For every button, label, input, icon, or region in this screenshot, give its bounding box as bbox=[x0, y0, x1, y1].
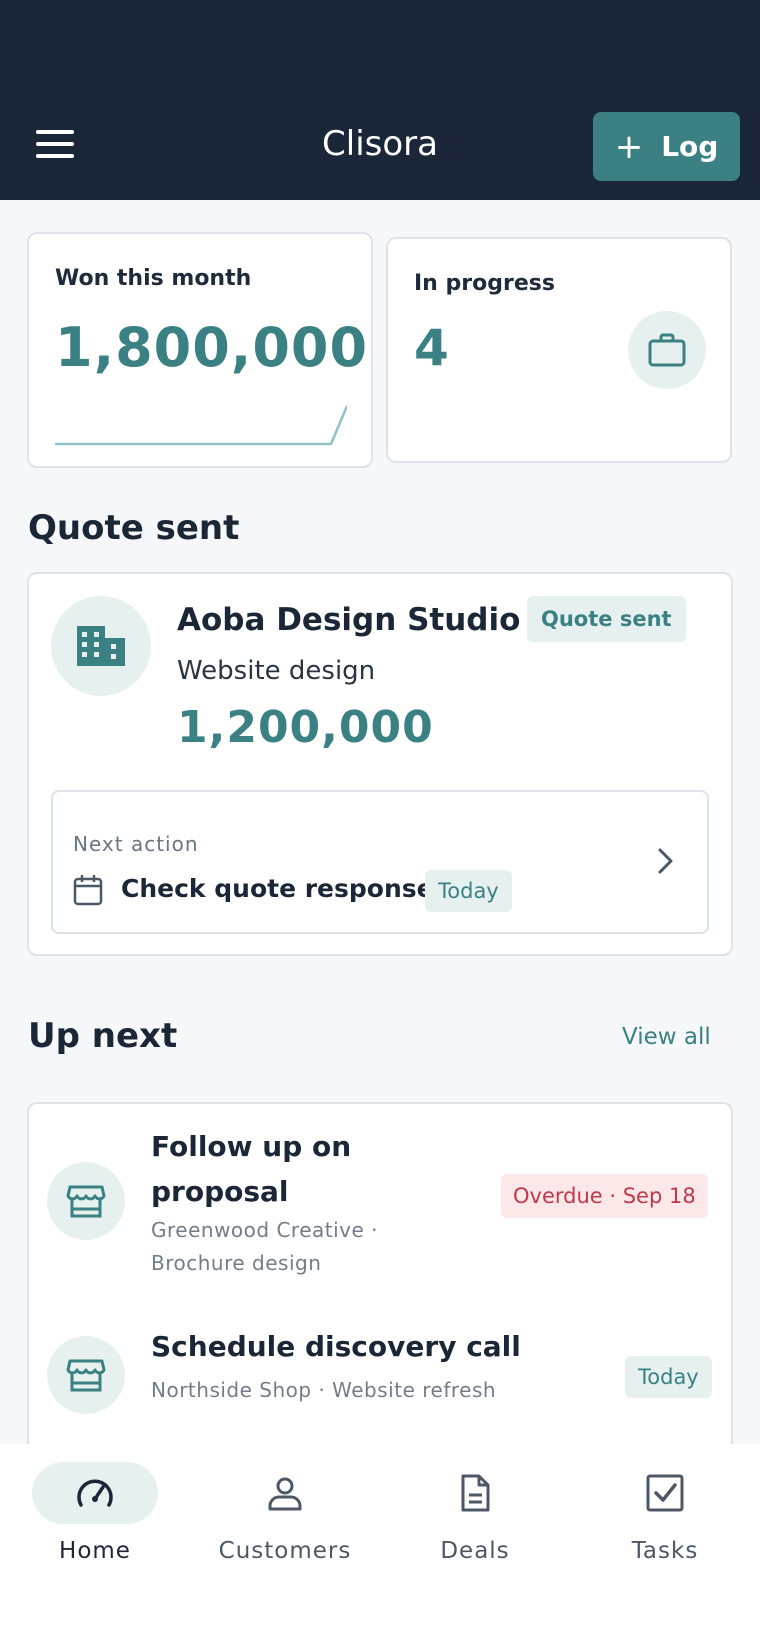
storefront-icon bbox=[47, 1336, 125, 1414]
briefcase-icon bbox=[628, 311, 706, 389]
nav-home[interactable]: Home bbox=[0, 1460, 190, 1570]
quote-deal-card[interactable]: Aoba Design Studio Quote sent Website de… bbox=[27, 572, 733, 956]
next-action-title: Check quote response bbox=[121, 874, 434, 903]
next-action-button[interactable]: Next action Check quote response Today bbox=[51, 790, 709, 934]
up-next-heading: Up next bbox=[28, 1016, 178, 1056]
list-item[interactable]: Follow up on proposal Greenwood Creative… bbox=[29, 1104, 729, 1304]
menu-button[interactable] bbox=[36, 130, 74, 158]
calendar-icon bbox=[73, 875, 103, 906]
menu-icon-bar bbox=[36, 154, 74, 158]
plus-icon: + bbox=[614, 126, 644, 167]
won-label: Won this month bbox=[55, 266, 252, 291]
nav-home-label: Home bbox=[59, 1538, 131, 1564]
nav-tasks[interactable]: Tasks bbox=[570, 1460, 760, 1570]
won-sparkline bbox=[55, 405, 347, 446]
storefront-icon bbox=[47, 1162, 125, 1240]
task-title: Follow up on proposal bbox=[151, 1130, 352, 1208]
due-badge: Today bbox=[625, 1356, 712, 1398]
menu-icon-bar bbox=[36, 142, 74, 146]
nav-tasks-label: Tasks bbox=[631, 1538, 699, 1564]
in-progress-label: In progress bbox=[414, 271, 555, 296]
speedometer-icon bbox=[77, 1479, 113, 1507]
task-subtitle: Greenwood Creative · Brochure design bbox=[151, 1218, 379, 1275]
nav-customers-label: Customers bbox=[218, 1538, 352, 1564]
person-icon bbox=[268, 1477, 302, 1511]
up-next-card: Follow up on proposal Greenwood Creative… bbox=[27, 1102, 733, 1502]
building-icon bbox=[51, 596, 151, 696]
won-value: 1,800,000 bbox=[55, 316, 369, 379]
next-action-label: Next action bbox=[73, 832, 199, 856]
app-header: Clisora + Log bbox=[0, 0, 760, 200]
overdue-badge: Overdue · Sep 18 bbox=[501, 1174, 708, 1218]
won-this-month-card[interactable]: Won this month 1,800,000 bbox=[27, 232, 373, 468]
company-name: Aoba Design Studio bbox=[177, 602, 521, 638]
log-button[interactable]: + Log bbox=[593, 112, 740, 181]
log-button-label: Log bbox=[661, 130, 719, 163]
checkbox-icon bbox=[646, 1474, 684, 1512]
task-title: Schedule discovery call bbox=[151, 1330, 521, 1363]
deal-value: 1,200,000 bbox=[177, 702, 434, 753]
bottom-nav: Home Customers Deals Tasks bbox=[0, 1444, 760, 1645]
in-progress-card[interactable]: In progress 4 bbox=[386, 237, 732, 463]
task-subtitle: Northside Shop · Website refresh bbox=[151, 1378, 497, 1402]
status-badge: Quote sent bbox=[527, 596, 686, 642]
chevron-right-icon bbox=[658, 848, 673, 874]
quote-sent-heading: Quote sent bbox=[28, 508, 240, 548]
nav-deals[interactable]: Deals bbox=[380, 1460, 570, 1570]
menu-icon-bar bbox=[36, 130, 74, 134]
view-all-link[interactable]: View all bbox=[622, 1024, 711, 1050]
deal-name: Website design bbox=[177, 656, 376, 686]
nav-deals-label: Deals bbox=[440, 1538, 510, 1564]
due-badge: Today bbox=[425, 870, 512, 912]
nav-customers[interactable]: Customers bbox=[190, 1460, 380, 1570]
in-progress-value: 4 bbox=[414, 319, 449, 377]
document-icon bbox=[461, 1474, 490, 1512]
